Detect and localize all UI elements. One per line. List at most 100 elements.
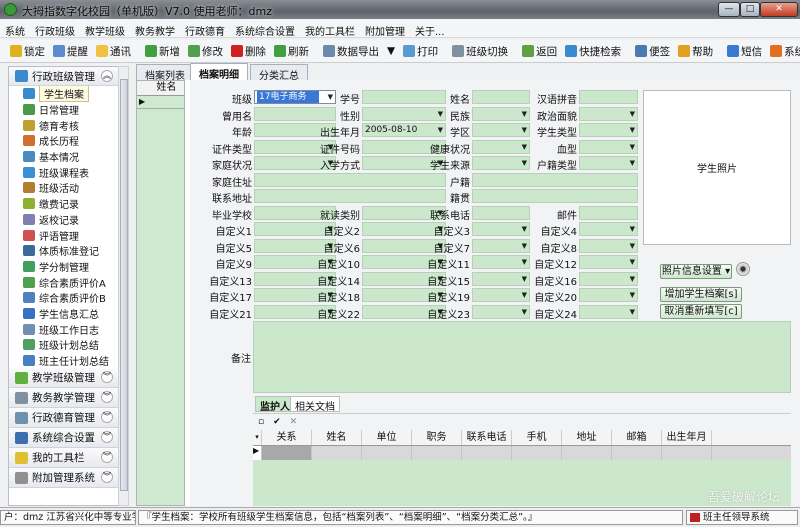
dropdown-field[interactable]: ▼ [579, 156, 638, 170]
sidebar-group[interactable]: 教务教学管理 ︾ [9, 388, 119, 409]
dropdown-field[interactable]: ▼ [579, 222, 638, 236]
menu-item[interactable]: 行政班级 [30, 19, 80, 38]
sidebar-group[interactable]: 教学班级管理 ︾ [9, 368, 119, 389]
sidebar-item[interactable]: 学分制管理 [9, 259, 119, 275]
add-student-button[interactable]: 增加学生档案[s] [660, 287, 742, 302]
grid-column-header[interactable]: 职务 [412, 430, 462, 445]
toolbar-button[interactable]: 修改 [184, 44, 227, 59]
sidebar-item[interactable]: 基本情况 [9, 149, 119, 165]
sidebar-item[interactable]: 班级活动 [9, 180, 119, 196]
text-field[interactable] [579, 205, 638, 220]
toolbar-button[interactable]: 删除 [227, 44, 270, 59]
menu-item[interactable]: 教学班级 [80, 19, 130, 38]
toolbar-button[interactable]: 新增 [141, 44, 184, 59]
new-row-icon[interactable]: ▫ [258, 417, 264, 427]
maximize-button[interactable]: □ [740, 2, 760, 17]
subtab-documents[interactable]: 相关文档 [290, 396, 340, 413]
sidebar-item[interactable]: 班级工作日志 [9, 321, 119, 337]
menu-item[interactable]: 我的工具栏 [300, 19, 360, 38]
sidebar-item[interactable]: 学生信息汇总 [9, 306, 119, 322]
toolbar-button[interactable]: 班级切换 [448, 44, 512, 59]
confirm-icon[interactable]: ✔ [273, 417, 281, 427]
toolbar-button[interactable]: 便签 [631, 44, 674, 59]
grid-cell[interactable] [612, 446, 662, 460]
dropdown-field[interactable]: ▼ [579, 288, 638, 302]
grid-column-header[interactable]: 出生年月 [662, 430, 712, 445]
grid-cell[interactable] [662, 446, 712, 460]
menu-item[interactable]: 关于... [410, 19, 450, 38]
sidebar-item[interactable]: 缴费记录 [9, 196, 119, 212]
list-row-indicator[interactable]: ▶ [137, 96, 184, 109]
grid-cell[interactable] [462, 446, 512, 460]
status-module[interactable]: 班主任领导系统 [686, 510, 798, 525]
toolbar-button[interactable]: 锁定 [6, 44, 49, 59]
toolbar-button[interactable]: 打印 [399, 44, 442, 59]
chevron-down-icon[interactable]: ▼ [630, 223, 635, 235]
toolbar-button[interactable]: 刷新 [270, 44, 313, 59]
chevron-down-icon[interactable]: ▼ [630, 306, 635, 318]
menu-item[interactable]: 附加管理 [360, 19, 410, 38]
sidebar-item[interactable]: 评语管理 [9, 227, 119, 243]
expand-icon[interactable]: ︾ [101, 471, 113, 484]
menu-item[interactable]: 系统 [0, 19, 30, 38]
sidebar-item[interactable]: 德育考核 [9, 117, 119, 133]
grid-cell[interactable] [562, 446, 612, 460]
sidebar-group[interactable]: 系统综合设置 ︾ [9, 428, 119, 449]
grid-column-header[interactable]: 邮箱 [612, 430, 662, 445]
grid-column-header[interactable]: 联系电话 [462, 430, 512, 445]
toolbar-button[interactable]: 通讯 [92, 44, 135, 59]
dropdown-field[interactable]: ▼ [579, 139, 638, 154]
sidebar-group[interactable]: 附加管理系统 ︾ [9, 468, 119, 489]
remark-textarea[interactable] [253, 321, 791, 393]
toolbar-button[interactable]: 提醒 [49, 44, 92, 59]
grid-column-header[interactable]: 单位 [362, 430, 412, 445]
tab-archive-detail[interactable]: 档案明细 [190, 63, 248, 81]
grid-cell[interactable] [512, 446, 562, 460]
close-button[interactable]: ✕ [760, 2, 798, 17]
chevron-down-icon[interactable]: ▼ [630, 108, 635, 120]
expand-icon[interactable]: ︾ [101, 451, 113, 464]
text-field[interactable] [579, 90, 638, 104]
menu-item[interactable]: 教务教学 [130, 19, 180, 38]
sidebar-group[interactable]: 我的工具栏 ︾ [9, 448, 119, 469]
grid-cell[interactable] [262, 446, 312, 460]
photo-settings-button[interactable]: 照片信息设置 ▾ [660, 264, 732, 279]
grid-column-header[interactable]: 关系 [262, 430, 312, 445]
sidebar-group-admin-class[interactable]: 行政班级管理 ︽ [9, 67, 119, 86]
menu-item[interactable]: 系统综合设置 [230, 19, 300, 38]
subtab-guardian[interactable]: 监护人 [255, 396, 295, 413]
menu-item[interactable]: 行政德育 [180, 19, 230, 38]
toolbar-button[interactable]: 数据导出 [319, 44, 383, 59]
sidebar-item[interactable]: 综合素质评价A [9, 274, 119, 290]
sidebar-item[interactable]: 综合素质评价B [9, 290, 119, 306]
expand-icon[interactable]: ︾ [101, 431, 113, 444]
toolbar-button[interactable]: 快捷检索 [561, 44, 625, 59]
sidebar-item[interactable]: 班级计划总结 [9, 337, 119, 353]
sidebar-item[interactable]: 班级课程表 [9, 164, 119, 180]
chevron-down-icon[interactable]: ▼ [630, 256, 635, 268]
expand-icon[interactable]: ︾ [101, 391, 113, 404]
toolbar-button[interactable]: 系统退出 [766, 44, 800, 59]
sidebar-group[interactable]: 行政德育管理 ︾ [9, 408, 119, 429]
tab-category-summary[interactable]: 分类汇总 [250, 64, 308, 82]
chevron-down-icon[interactable]: ▼ [630, 157, 635, 169]
text-field[interactable] [472, 172, 638, 187]
sidebar-scrollbar[interactable] [118, 66, 129, 506]
tab-archive-list[interactable]: 档案列表 [136, 64, 194, 82]
sidebar-item[interactable]: 返校记录 [9, 212, 119, 228]
dropdown-field[interactable]: ▼ [579, 238, 638, 253]
grid-column-header[interactable]: 地址 [562, 430, 612, 445]
chevron-down-icon[interactable]: ▼ [630, 141, 635, 153]
sidebar-item[interactable]: 班主任计划总结 [9, 353, 119, 369]
chevron-down-icon[interactable]: ▼ [630, 240, 635, 252]
student-photo[interactable]: 学生照片 [643, 90, 791, 245]
grid-column-header[interactable]: 姓名 [312, 430, 362, 445]
toolbar-button[interactable]: 返回 [518, 44, 561, 59]
expand-icon[interactable]: ︾ [101, 371, 113, 384]
dropdown-field[interactable]: ▼ [579, 304, 638, 319]
grid-cell[interactable] [362, 446, 412, 460]
sidebar-item[interactable]: 日常管理 [9, 102, 119, 118]
chevron-down-icon[interactable]: ▼ [630, 273, 635, 285]
chevron-down-icon[interactable]: ▼ [630, 124, 635, 136]
sidebar-item[interactable]: 成长历程 [9, 133, 119, 149]
